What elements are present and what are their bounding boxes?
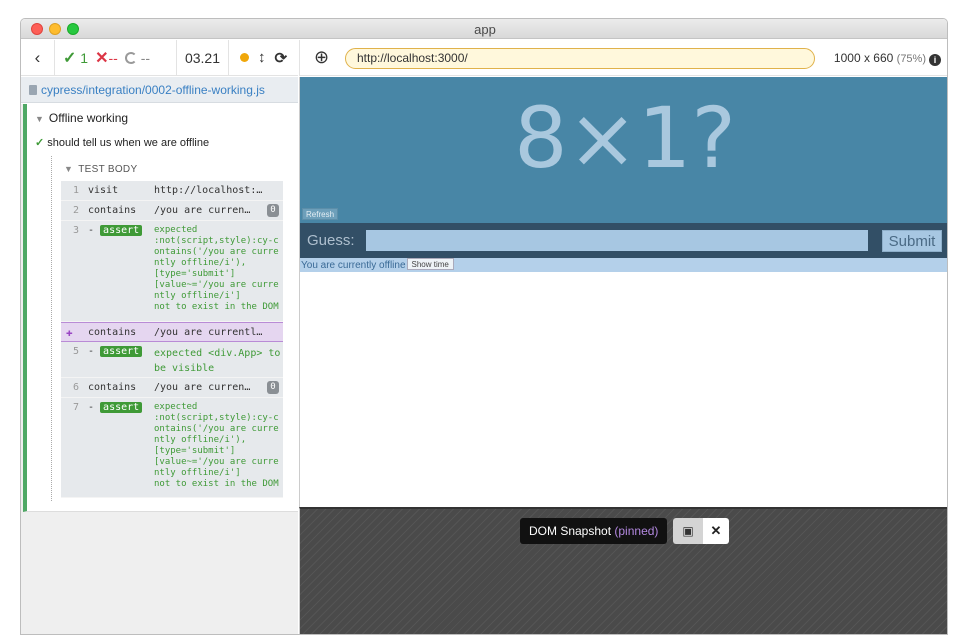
spec-path-text: cypress/integration/0002-offline-working… [41, 82, 265, 97]
assert-badge: - assert [88, 346, 143, 357]
browser-toolbar: ⊕ http://localhost:3000/ 1000 x 660 (75%… [299, 40, 947, 76]
guess-form: Guess: Submit [300, 223, 947, 258]
caret-down-icon: ▼ [35, 114, 44, 124]
suite-block: ▼ Offline working ✓ should tell us when we… [23, 104, 298, 512]
back-button[interactable]: ‹ [21, 40, 55, 75]
reporter-panel: ▼ Offline working ✓ should tell us when we… [21, 104, 298, 634]
pending-count: -- [124, 50, 150, 66]
command-list: 1 visit http://localhost:3… 2 contains /… [61, 181, 283, 498]
title-bar: app [21, 19, 947, 39]
offline-message: You are currently offline [301, 260, 406, 271]
guess-label: Guess: [307, 232, 355, 249]
pin-icon: ✚ [66, 326, 73, 339]
status-dot-icon [239, 53, 249, 62]
x-icon: ✕ [95, 49, 109, 67]
viewport-info: 1000 x 660 (75%) i [834, 51, 941, 66]
command-row[interactable]: 6 contains /you are current… 0 [61, 378, 283, 398]
test-title[interactable]: ✓ should tell us when we are offline [35, 136, 209, 149]
submit-button[interactable]: Submit [882, 230, 942, 252]
duration: 03.21 [177, 40, 229, 75]
check-icon: ✓ [35, 137, 45, 149]
command-row-pinned[interactable]: ✚ contains /you are currently… [61, 322, 283, 342]
assert-badge: - assert [88, 402, 143, 413]
caret-down-icon: ▼ [64, 164, 74, 174]
element-count-badge: 0 [267, 381, 279, 394]
highlight-toggle-icon[interactable]: ▣ [673, 518, 703, 544]
assert-message: expected :not(script,style):cy-contains(… [154, 225, 279, 312]
auto-scroll-icon[interactable]: ↕ [258, 49, 266, 66]
suite-title[interactable]: ▼ Offline working [35, 111, 128, 125]
window-title: app [474, 22, 496, 37]
command-row[interactable]: 7 - assert expected :not(script,style):c… [61, 398, 283, 498]
snapshot-label: DOM Snapshot (pinned) [520, 518, 668, 544]
test-stats[interactable]: ✓ 1 ✕-- -- [55, 40, 177, 75]
runner-controls: ↕ ⟳ [229, 40, 298, 75]
assert-message: expected <div.App> to be visible [154, 348, 281, 374]
assert-badge: - assert [88, 225, 143, 236]
url-field[interactable]: http://localhost:3000/ [345, 48, 815, 69]
refresh-button[interactable]: Refresh [302, 208, 339, 220]
test-body: ▼ TEST BODY 1 visit http://localhost:3… 2… [51, 156, 298, 501]
command-row[interactable]: 2 contains /you are current… 0 [61, 201, 283, 221]
guess-input[interactable] [366, 230, 868, 251]
command-row[interactable]: 5 - assert expected <div.App> to be visi… [61, 342, 283, 378]
failed-count: ✕-- [95, 49, 118, 67]
app-under-test: 8×1? Refresh Guess: Submit You are curre… [299, 77, 947, 507]
info-icon[interactable]: i [929, 54, 941, 66]
passed-count: ✓ 1 [63, 49, 89, 67]
file-icon [29, 84, 37, 95]
command-row[interactable]: 1 visit http://localhost:3… [61, 181, 283, 201]
reload-icon[interactable]: ⟳ [274, 49, 287, 67]
offline-status: You are currently offline Show time [300, 258, 947, 272]
app-window: app ‹ ✓ 1 ✕-- -- 03.21 ↕ ⟳ cypress/integ… [20, 18, 948, 635]
selector-playground-icon[interactable]: ⊕ [314, 47, 329, 68]
check-icon: ✓ [63, 49, 77, 67]
pending-icon [124, 51, 137, 64]
element-count-badge: 0 [267, 204, 279, 217]
command-row[interactable]: 3 - assert expected :not(script,style):c… [61, 221, 283, 322]
spec-file-path[interactable]: cypress/integration/0002-offline-working… [21, 77, 298, 103]
show-time-button[interactable]: Show time [406, 258, 454, 270]
runner-header: ‹ ✓ 1 ✕-- -- 03.21 ↕ ⟳ [21, 40, 298, 76]
test-body-title[interactable]: ▼ TEST BODY [64, 164, 137, 175]
assert-message: expected :not(script,style):cy-contains(… [154, 402, 279, 489]
close-icon[interactable]: ✕ [703, 518, 729, 544]
dom-snapshot-overlay: DOM Snapshot (pinned) ▣ ✕ [299, 507, 947, 634]
question-text: 8×1? [514, 89, 736, 187]
question-banner: 8×1? Refresh [300, 77, 947, 240]
chevron-left-icon: ‹ [34, 47, 41, 67]
